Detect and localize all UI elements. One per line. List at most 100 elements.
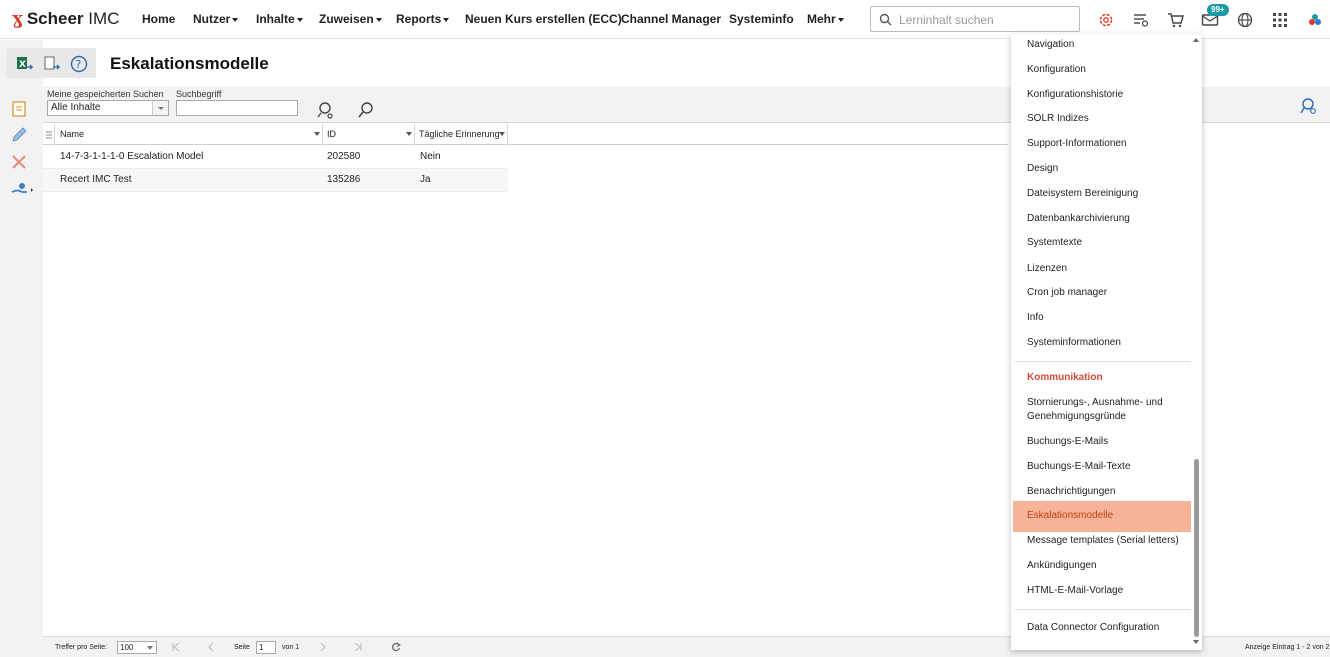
chevron-down-icon [837,17,844,22]
cell-id: 202580 [327,151,361,162]
user-search-icon[interactable] [317,101,335,119]
nav-inhalte[interactable]: Inhalte [256,12,303,26]
cell-id: 135286 [327,174,361,185]
search-icon [879,13,892,26]
column-menu-icon [46,131,52,139]
menu-section-kommunikation: Kommunikation [1027,372,1103,383]
svg-text:?: ? [76,58,82,71]
gear-icon[interactable] [1096,10,1116,30]
cell-reminder: Ja [420,174,431,185]
notification-badge: 99+ [1207,4,1229,16]
chevron-down-icon [152,101,168,115]
new-document-icon[interactable] [10,100,28,118]
assign-hand-icon[interactable] [10,180,34,198]
page-toolbar: X ? [6,48,96,78]
apps-grid-icon[interactable] [1270,10,1290,30]
chevron-down-icon [406,132,412,136]
scroll-down-arrow-icon[interactable] [1193,640,1199,644]
page-number-input[interactable]: 1 [256,641,276,654]
menu-item-datenbankarchivierung[interactable]: Datenbankarchivierung [1011,212,1191,226]
menu-item-konfiguration[interactable]: Konfiguration [1011,63,1191,77]
column-header-name[interactable]: Name [56,124,323,145]
menu-item-systemtexte[interactable]: Systemtexte [1011,236,1191,250]
first-page-icon[interactable] [172,643,180,651]
chevron-down-icon [443,17,450,22]
excel-export-icon[interactable]: X [15,54,35,74]
per-page-select[interactable]: 100 [117,641,157,654]
brand-logo[interactable]: ɣ Scheer IMC [12,9,119,29]
search-input[interactable] [899,11,1074,28]
cell-reminder: Nein [420,151,441,162]
task-list-icon[interactable] [1131,10,1151,30]
edit-pencil-icon[interactable] [10,126,28,144]
menu-item-cron-job-manager[interactable]: Cron job manager [1011,286,1191,300]
saved-search-select[interactable]: Alle Inhalte [47,100,169,116]
menu-item-data-connector-configuration[interactable]: Data Connector Configuration [1011,621,1191,635]
settings-dropdown-menu: Navigation Konfiguration Konfigurationsh… [1011,34,1202,650]
refresh-icon[interactable] [391,642,401,652]
chevron-down-icon [314,132,320,136]
chevron-down-icon [296,17,303,22]
nav-channel-manager[interactable]: Channel Manager [621,12,721,26]
per-page-label: Treffer pro Seite: [55,644,108,651]
menu-item-design[interactable]: Design [1011,162,1191,176]
nav-home[interactable]: Home [142,12,175,26]
column-header-id[interactable]: ID [323,124,415,145]
document-export-icon[interactable] [42,54,62,74]
menu-item-lizenzen[interactable]: Lizenzen [1011,262,1191,276]
search-term-field [176,100,298,116]
nav-neuen-kurs[interactable]: Neuen Kurs erstellen (ECC) [465,12,622,26]
menu-divider [1015,609,1191,610]
search-icon[interactable] [357,101,375,119]
menu-item-eskalationsmodelle[interactable]: Eskalationsmodelle [1013,501,1191,532]
table-row[interactable]: Recert IMC Test 135286 Ja [43,169,508,192]
nav-reports[interactable]: Reports [396,12,450,26]
menu-item-systeminformationen[interactable]: Systeminformationen [1011,336,1191,350]
menu-item-html-e-mail-vorlage[interactable]: HTML-E-Mail-Vorlage [1011,584,1191,598]
user-avatar-icon[interactable] [1305,10,1325,30]
menu-item-buchungs-e-mail-texte[interactable]: Buchungs-E-Mail-Texte [1011,460,1191,474]
scroll-up-arrow-icon[interactable] [1193,38,1199,42]
advanced-search-icon[interactable] [1300,97,1318,115]
nav-mehr[interactable]: Mehr [807,12,844,26]
chevron-down-icon [375,17,382,22]
next-page-icon[interactable] [319,643,327,651]
nav-nutzer[interactable]: Nutzer [193,12,239,26]
help-icon[interactable]: ? [69,54,89,74]
column-header-reminder[interactable]: Tägliche Erinnerung [415,124,508,145]
nav-systeminfo[interactable]: Systeminfo [729,12,794,26]
page-total: von 1 [282,644,300,651]
menu-item-info[interactable]: Info [1011,311,1191,325]
cell-name: Recert IMC Test [60,174,132,185]
menu-divider [1015,361,1191,362]
menu-item-navigation[interactable]: Navigation [1011,38,1191,52]
search-term-label: Suchbegriff [176,89,222,99]
search-term-input[interactable] [177,101,297,115]
last-page-icon[interactable] [354,643,362,651]
menu-item-buchungs-e-mails[interactable]: Buchungs-E-Mails [1011,435,1191,449]
menu-item-benachrichtigungen[interactable]: Benachrichtigungen [1011,485,1191,499]
column-selector[interactable] [43,124,55,145]
delete-icon[interactable] [10,153,28,171]
chevron-down-icon [499,132,505,136]
chevron-down-icon [232,17,239,22]
previous-page-icon[interactable] [207,643,215,651]
menu-item-konfigurationshistorie[interactable]: Konfigurationshistorie [1011,88,1191,102]
globe-icon[interactable] [1235,10,1255,30]
cell-name: 14-7-3-1-1-1-0 Escalation Model [60,151,204,162]
left-action-rail [0,40,43,657]
nav-zuweisen[interactable]: Zuweisen [319,12,382,26]
menu-item-solr-indizes[interactable]: SOLR Indizes [1011,112,1191,126]
display-info: Anzeige Eintrag 1 - 2 von 2 [1245,644,1330,651]
page-title: Eskalationsmodelle [110,54,269,73]
menu-item-support-informationen[interactable]: Support-Informationen [1011,137,1191,151]
menu-item-dateisystem-bereinigung[interactable]: Dateisystem Bereinigung [1011,187,1191,201]
page-label: Seite [234,644,250,651]
menu-item-ankuendigungen[interactable]: Ankündigungen [1011,559,1191,573]
table-row[interactable]: 14-7-3-1-1-1-0 Escalation Model 202580 N… [43,146,508,169]
brand-name: Scheer IMC [26,9,120,28]
cart-icon[interactable] [1166,10,1186,30]
menu-item-stornierungsgruende[interactable]: Stornierungs-, Ausnahme- und Genehmigung… [1011,396,1191,424]
menu-scrollbar-thumb[interactable] [1194,459,1199,637]
menu-item-message-templates[interactable]: Message templates (Serial letters) [1011,534,1191,548]
